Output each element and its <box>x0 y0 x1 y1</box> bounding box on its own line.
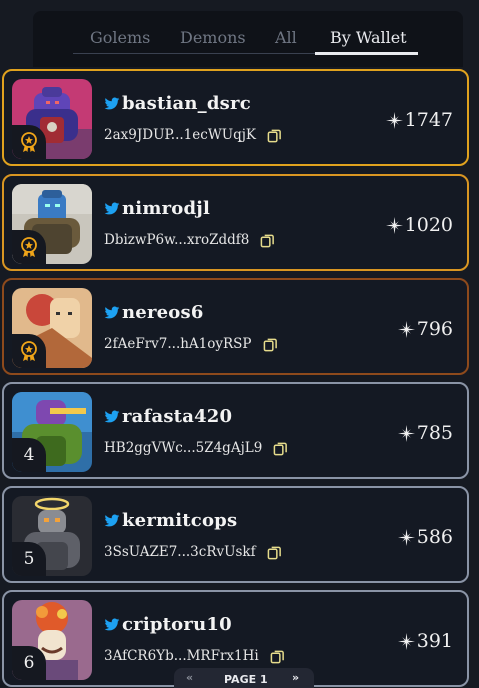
rank-badge <box>12 334 46 368</box>
score-value: 1747 <box>404 109 453 131</box>
score-value: 586 <box>416 526 453 548</box>
rank-badge: 4 <box>12 438 46 472</box>
wallet-row: 2fAeFrv7...hA1oyRSP <box>104 336 278 352</box>
avatar: 6 <box>12 600 92 680</box>
leaderboard-row[interactable]: 5 kermitcops 3SsUAZE7...3cRvUskf 586 <box>2 486 469 583</box>
sparkle-icon <box>397 424 415 442</box>
score-value: 796 <box>416 318 453 340</box>
sparkle-icon <box>385 111 403 129</box>
wallet-address: DbizwP6w...xroZddf8 <box>104 232 250 248</box>
wallet-row: 2ax9JDUP...1ecWUqjK <box>104 127 282 143</box>
copy-icon[interactable] <box>267 128 282 143</box>
twitter-icon <box>104 97 120 109</box>
sparkle-icon <box>397 320 415 338</box>
avatar: 5 <box>12 496 92 576</box>
tab-golems[interactable]: Golems <box>90 28 150 47</box>
wallet-address: HB2ggVWc...5Z4gAjL9 <box>104 440 263 456</box>
sparkle-icon <box>397 632 415 650</box>
wallet-row: DbizwP6w...xroZddf8 <box>104 232 275 248</box>
wallet-row: 3AfCR6Yb...MRFrx1Hi <box>104 648 285 664</box>
copy-icon[interactable] <box>263 337 278 352</box>
rank-number: 4 <box>23 445 35 465</box>
rank-badge: 6 <box>12 646 46 680</box>
score: 1020 <box>385 214 453 236</box>
avatar: 4 <box>12 392 92 472</box>
avatar <box>12 184 92 264</box>
username: rafasta420 <box>122 406 233 427</box>
leaderboard-row[interactable]: nimrodjl DbizwP6w...xroZddf8 1020 <box>2 174 469 271</box>
rank-medal-icon <box>21 341 37 361</box>
username: kermitcops <box>122 510 238 531</box>
active-tab-indicator <box>315 52 418 55</box>
leaderboard-row[interactable]: nereos6 2fAeFrv7...hA1oyRSP 796 <box>2 278 469 375</box>
rank-badge: 5 <box>12 542 46 576</box>
score: 1747 <box>385 109 453 131</box>
rank-badge <box>12 125 46 159</box>
twitter-icon <box>104 514 120 526</box>
wallet-row: 3SsUAZE7...3cRvUskf <box>104 544 282 560</box>
wallet-address: 2fAeFrv7...hA1oyRSP <box>104 336 252 352</box>
username-row[interactable]: nimrodjl <box>104 198 210 219</box>
username-row[interactable]: bastian_dsrc <box>104 93 251 114</box>
rank-number: 5 <box>23 549 35 569</box>
wallet-row: HB2ggVWc...5Z4gAjL9 <box>104 440 288 456</box>
leaderboard-row[interactable]: 4 rafasta420 HB2ggVWc...5Z4gAjL9 785 <box>2 382 469 479</box>
score: 796 <box>397 318 453 340</box>
username-row[interactable]: nereos6 <box>104 302 204 323</box>
score-value: 1020 <box>404 214 453 236</box>
tab-all[interactable]: All <box>275 28 297 47</box>
copy-icon[interactable] <box>260 233 275 248</box>
wallet-address: 3AfCR6Yb...MRFrx1Hi <box>104 648 259 664</box>
username: bastian_dsrc <box>122 93 251 114</box>
twitter-icon <box>104 410 120 422</box>
leaderboard-row[interactable]: bastian_dsrc 2ax9JDUP...1ecWUqjK 1747 <box>2 69 469 166</box>
avatar <box>12 79 92 159</box>
username: nimrodjl <box>122 198 210 219</box>
twitter-icon <box>104 306 120 318</box>
sparkle-icon <box>385 216 403 234</box>
username: criptoru10 <box>122 614 232 635</box>
score: 586 <box>397 526 453 548</box>
score-value: 785 <box>416 422 453 444</box>
tab-by-wallet[interactable]: By Wallet <box>330 28 407 47</box>
rank-medal-icon <box>21 132 37 152</box>
score: 785 <box>397 422 453 444</box>
copy-icon[interactable] <box>270 649 285 664</box>
tab-bar: Golems Demons All By Wallet <box>73 26 418 55</box>
twitter-icon <box>104 202 120 214</box>
username-row[interactable]: criptoru10 <box>104 614 232 635</box>
prev-page-button[interactable]: « <box>186 671 193 684</box>
sparkle-icon <box>397 528 415 546</box>
username-row[interactable]: kermitcops <box>104 510 237 531</box>
page-label: PAGE 1 <box>224 673 268 686</box>
rank-badge <box>12 230 46 264</box>
score-value: 391 <box>416 630 453 652</box>
pagination: « PAGE 1 » <box>174 668 314 688</box>
score: 391 <box>397 630 453 652</box>
rank-medal-icon <box>21 237 37 257</box>
rank-number: 6 <box>23 653 35 673</box>
wallet-address: 3SsUAZE7...3cRvUskf <box>104 544 256 560</box>
username: nereos6 <box>122 302 204 323</box>
username-row[interactable]: rafasta420 <box>104 406 232 427</box>
copy-icon[interactable] <box>267 545 282 560</box>
next-page-button[interactable]: » <box>292 671 299 684</box>
copy-icon[interactable] <box>273 441 288 456</box>
twitter-icon <box>104 618 120 630</box>
wallet-address: 2ax9JDUP...1ecWUqjK <box>104 127 256 143</box>
tab-demons[interactable]: Demons <box>180 28 246 47</box>
avatar <box>12 288 92 368</box>
